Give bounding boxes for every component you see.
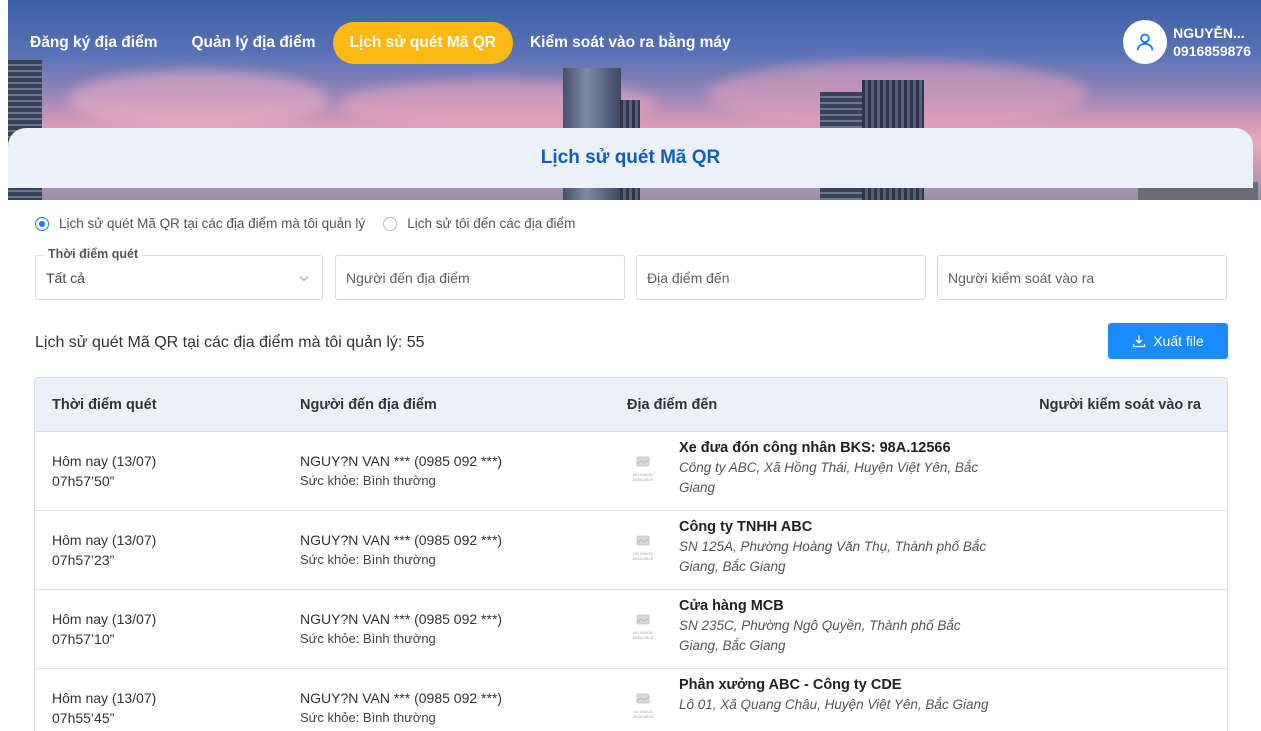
visitor-health: Sức khỏe: Bình thường — [300, 552, 436, 567]
visitor-name: NGUY?N VAN *** (0985 092 ***) — [300, 611, 503, 627]
place-input[interactable] — [647, 269, 925, 286]
place-address: Công ty ABC, Xã Hồng Thái, Huyện Việt Yê… — [679, 460, 979, 495]
col-controller: Người kiểm soát vào ra — [1039, 396, 1201, 413]
scan-time-cell: Hôm nay (13/07) 07h57’23” — [52, 530, 156, 570]
place-name[interactable]: Phân xưởng ABC - Công ty CDE — [679, 675, 999, 695]
no-image-text-line2: AVAILABLE — [633, 477, 654, 482]
no-image-icon: NO IMAGE AVAILABLE — [633, 456, 654, 482]
place-cell: Cửa hàng MCB SN 235C, Phường Ngô Quyền, … — [679, 596, 999, 656]
scan-time-select[interactable]: Thời điểm quét Tất cả — [35, 247, 323, 300]
scan-clock: 07h55’45” — [52, 710, 115, 726]
place-address: Lô 01, Xã Quang Châu, Huyện Việt Yên, Bắ… — [679, 697, 989, 712]
visitor-health: Sức khỏe: Bình thường — [300, 473, 436, 488]
controller-field[interactable] — [937, 255, 1227, 300]
visitor-name: NGUY?N VAN *** (0985 092 ***) — [300, 532, 503, 548]
export-file-label: Xuất file — [1153, 333, 1204, 349]
place-name[interactable]: Xe đưa đón công nhân BKS: 98A.12566 — [679, 438, 999, 458]
scan-clock: 07h57’23” — [52, 552, 115, 568]
visitor-health: Sức khỏe: Bình thường — [300, 631, 436, 646]
scan-time-legend: Thời điểm quét — [44, 247, 143, 261]
no-image-icon: NO IMAGE AVAILABLE — [633, 535, 654, 561]
radio-my-visits-label[interactable]: Lịch sử tôi đến các địa điểm — [407, 216, 575, 231]
scan-time-cell: Hôm nay (13/07) 07h55’45” — [52, 688, 156, 728]
visitor-cell: NGUY?N VAN *** (0985 092 ***) Sức khỏe: … — [300, 530, 502, 570]
scan-clock: 07h57’50” — [52, 473, 115, 489]
scope-radio-group: Lịch sử quét Mã QR tại các địa điểm mà t… — [35, 216, 593, 231]
no-image-icon: NO IMAGE AVAILABLE — [633, 693, 654, 719]
no-image-text-line2: AVAILABLE — [633, 556, 654, 561]
radio-managed-places[interactable] — [35, 216, 49, 231]
visitor-field[interactable] — [335, 255, 625, 300]
no-image-text-line2: AVAILABLE — [633, 635, 654, 640]
chevron-down-icon — [299, 276, 309, 282]
place-cell: Công ty TNHH ABC SN 125A, Phường Hoàng V… — [679, 517, 999, 577]
col-place: Địa điểm đến — [627, 396, 718, 413]
visitor-name: NGUY?N VAN *** (0985 092 ***) — [300, 690, 503, 706]
table-header: Thời điểm quét Người đến địa điểm Địa đi… — [35, 378, 1227, 432]
page-title: Lịch sử quét Mã QR — [540, 147, 721, 168]
scan-time-cell: Hôm nay (13/07) 07h57’50” — [52, 451, 156, 491]
radio-managed-places-label[interactable]: Lịch sử quét Mã QR tại các địa điểm mà t… — [59, 216, 365, 231]
scan-date: Hôm nay (13/07) — [52, 532, 157, 548]
history-table: Thời điểm quét Người đến địa điểm Địa đi… — [34, 377, 1228, 731]
table-row[interactable]: Hôm nay (13/07) 07h57’23” NGUY?N VAN ***… — [35, 511, 1227, 590]
place-thumbnail: NO IMAGE AVAILABLE — [629, 687, 657, 725]
place-field[interactable] — [636, 255, 926, 300]
place-address: SN 235C, Phường Ngô Quyền, Thành phố Bắc… — [679, 618, 961, 653]
page-title-bar: Lịch sử quét Mã QR — [8, 128, 1253, 188]
scan-time-cell: Hôm nay (13/07) 07h57’10” — [52, 609, 156, 649]
user-name: NGUYỄN... — [1173, 25, 1245, 41]
visitor-name: NGUY?N VAN *** (0985 092 ***) — [300, 453, 503, 469]
place-name[interactable]: Cửa hàng MCB — [679, 596, 999, 616]
nav-qr-history[interactable]: Lịch sử quét Mã QR — [332, 22, 513, 64]
place-address: SN 125A, Phường Hoàng Văn Thụ, Thành phố… — [679, 539, 987, 574]
col-visitor: Người đến địa điểm — [300, 396, 437, 413]
scan-date: Hôm nay (13/07) — [52, 611, 157, 627]
table-row[interactable]: Hôm nay (13/07) 07h57’10” NGUY?N VAN ***… — [35, 590, 1227, 669]
place-cell: Phân xưởng ABC - Công ty CDE Lô 01, Xã Q… — [679, 675, 999, 715]
nav-manage-places[interactable]: Quản lý địa điểm — [174, 22, 332, 64]
controller-input[interactable] — [948, 269, 1226, 286]
visitor-input[interactable] — [346, 269, 624, 286]
place-thumbnail: NO IMAGE AVAILABLE — [629, 529, 657, 567]
scan-date: Hôm nay (13/07) — [52, 690, 157, 706]
user-info: NGUYỄN... 0916859876 — [1173, 24, 1251, 60]
col-scan-time: Thời điểm quét — [52, 396, 157, 413]
visitor-health: Sức khỏe: Bình thường — [300, 710, 436, 725]
nav-register-place[interactable]: Đăng ký địa điểm — [13, 22, 174, 64]
scan-date: Hôm nay (13/07) — [52, 453, 157, 469]
radio-my-visits[interactable] — [383, 216, 398, 231]
user-icon — [1136, 33, 1154, 51]
place-thumbnail: NO IMAGE AVAILABLE — [629, 450, 657, 488]
table-row[interactable]: Hôm nay (13/07) 07h55’45” NGUY?N VAN ***… — [35, 669, 1227, 731]
place-cell: Xe đưa đón công nhân BKS: 98A.12566 Công… — [679, 438, 999, 498]
export-file-button[interactable]: Xuất file — [1108, 323, 1228, 359]
user-menu[interactable]: NGUYỄN... 0916859876 — [1123, 20, 1251, 64]
avatar[interactable] — [1123, 20, 1168, 64]
table-row[interactable]: Hôm nay (13/07) 07h57’50” NGUY?N VAN ***… — [35, 432, 1227, 511]
place-thumbnail: NO IMAGE AVAILABLE — [629, 608, 657, 646]
scan-time-value: Tất cả — [46, 269, 85, 286]
visitor-cell: NGUY?N VAN *** (0985 092 ***) Sức khỏe: … — [300, 609, 502, 649]
user-phone: 0916859876 — [1173, 43, 1251, 59]
visitor-cell: NGUY?N VAN *** (0985 092 ***) Sức khỏe: … — [300, 451, 502, 491]
place-name[interactable]: Công ty TNHH ABC — [679, 517, 999, 537]
nav-machine-access-control[interactable]: Kiểm soát vào ra bằng máy — [513, 22, 748, 64]
banner-cloud — [68, 70, 328, 130]
list-title: Lịch sử quét Mã QR tại các địa điểm mà t… — [35, 334, 425, 351]
scan-clock: 07h57’10” — [52, 631, 115, 647]
no-image-text-line2: AVAILABLE — [633, 714, 654, 719]
visitor-cell: NGUY?N VAN *** (0985 092 ***) Sức khỏe: … — [300, 688, 502, 728]
no-image-icon: NO IMAGE AVAILABLE — [633, 614, 654, 640]
download-icon — [1133, 335, 1146, 348]
top-nav: Đăng ký địa điểm Quản lý địa điểm Lịch s… — [8, 20, 1261, 66]
